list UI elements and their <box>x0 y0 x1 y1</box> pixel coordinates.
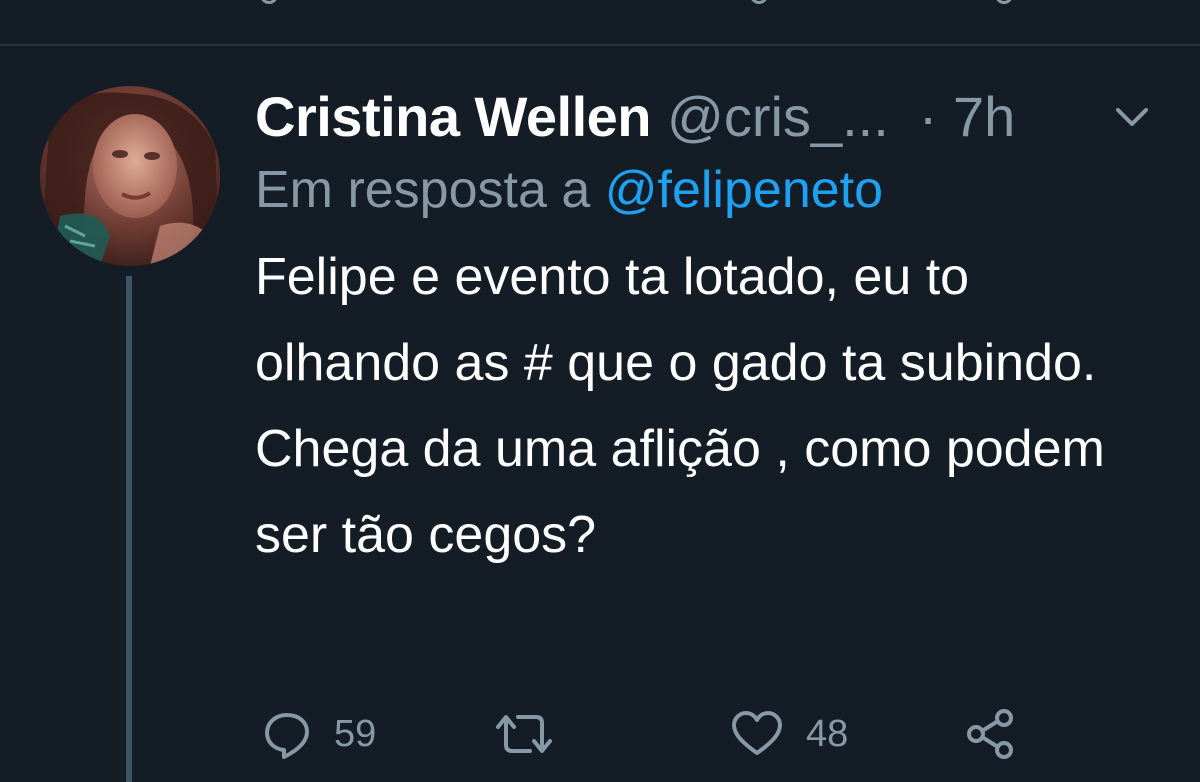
previous-tweet-actions <box>0 0 1200 6</box>
reply-button[interactable]: 59 <box>262 706 376 762</box>
avatar-image <box>40 86 220 266</box>
avatar[interactable] <box>40 86 220 266</box>
retweet-button[interactable] <box>494 706 576 762</box>
heart-icon[interactable] <box>750 0 768 4</box>
like-count: 48 <box>806 712 849 755</box>
reply-icon <box>265 713 309 759</box>
tweet-actions: 59 48 <box>0 706 1200 762</box>
tweet-text: Felipe e evento ta lotado, eu to olhando… <box>255 248 1105 564</box>
reply-count: 59 <box>334 712 377 755</box>
share-icon[interactable] <box>995 0 1013 4</box>
heart-icon <box>732 711 782 755</box>
reply-mention-link[interactable]: @felipeneto <box>605 161 883 219</box>
reply-prefix: Em resposta a <box>255 161 591 219</box>
tweet-header: Cristina Wellen @cris_... · 7h <box>255 80 1165 152</box>
share-icon <box>967 709 1013 759</box>
tweet-divider <box>0 44 1200 46</box>
chevron-down-icon[interactable] <box>1112 102 1152 132</box>
share-button[interactable] <box>964 706 1018 762</box>
reply-context: Em resposta a @felipeneto <box>255 156 1165 224</box>
author-name[interactable]: Cristina Wellen <box>255 84 652 149</box>
tweet-screen: Cristina Wellen @cris_... · 7h Em respos… <box>0 0 1200 782</box>
author-handle[interactable]: @cris_... <box>667 84 889 149</box>
like-button[interactable]: 48 <box>730 706 848 762</box>
tweet-timestamp[interactable]: · 7h <box>919 84 1016 149</box>
tweet-body[interactable]: Cristina Wellen @cris_... · 7h Em respos… <box>255 80 1165 578</box>
reply-icon[interactable] <box>260 0 278 4</box>
retweet-icon <box>496 715 552 753</box>
